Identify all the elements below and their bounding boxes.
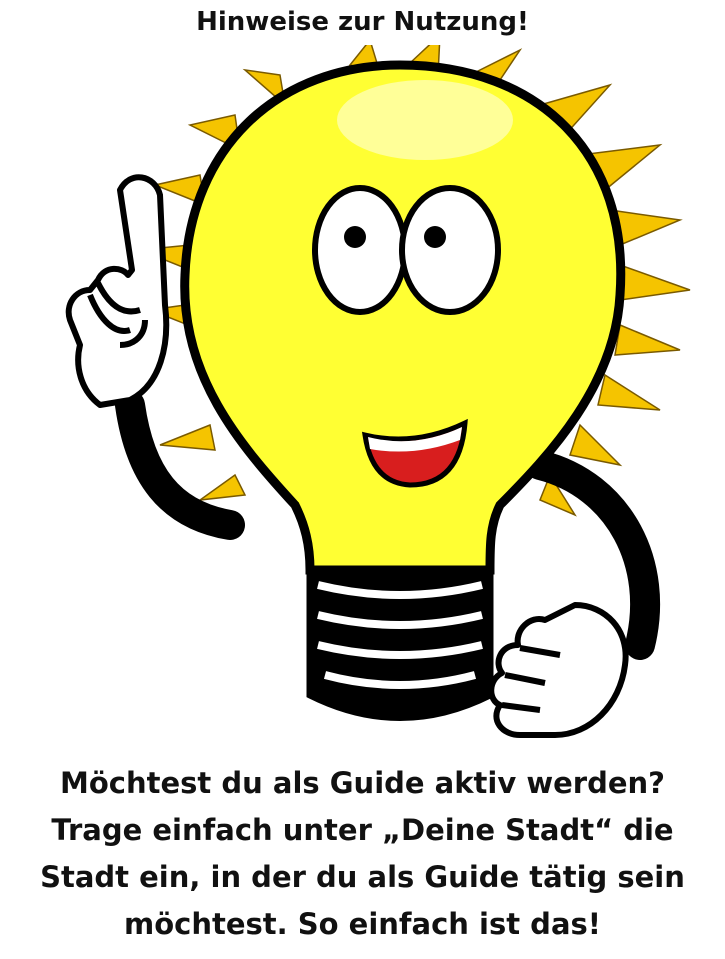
message-line: Stadt ein, in der du als Guide tätig sei… — [40, 860, 685, 894]
right-hand — [488, 602, 629, 738]
page-title: Hinweise zur Nutzung! — [196, 7, 529, 37]
bulb-base — [306, 561, 494, 721]
message-line: Möchtest du als Guide aktiv werden? — [60, 766, 665, 800]
info-message: Möchtest du als Guide aktiv werden? Trag… — [0, 760, 725, 948]
lightbulb-mascot-icon — [20, 33, 710, 745]
message-line: möchtest. So einfach ist das! — [124, 907, 601, 941]
pointing-hand — [65, 174, 170, 408]
message-line: Trage einfach unter „Deine Stadt“ die — [51, 813, 674, 847]
